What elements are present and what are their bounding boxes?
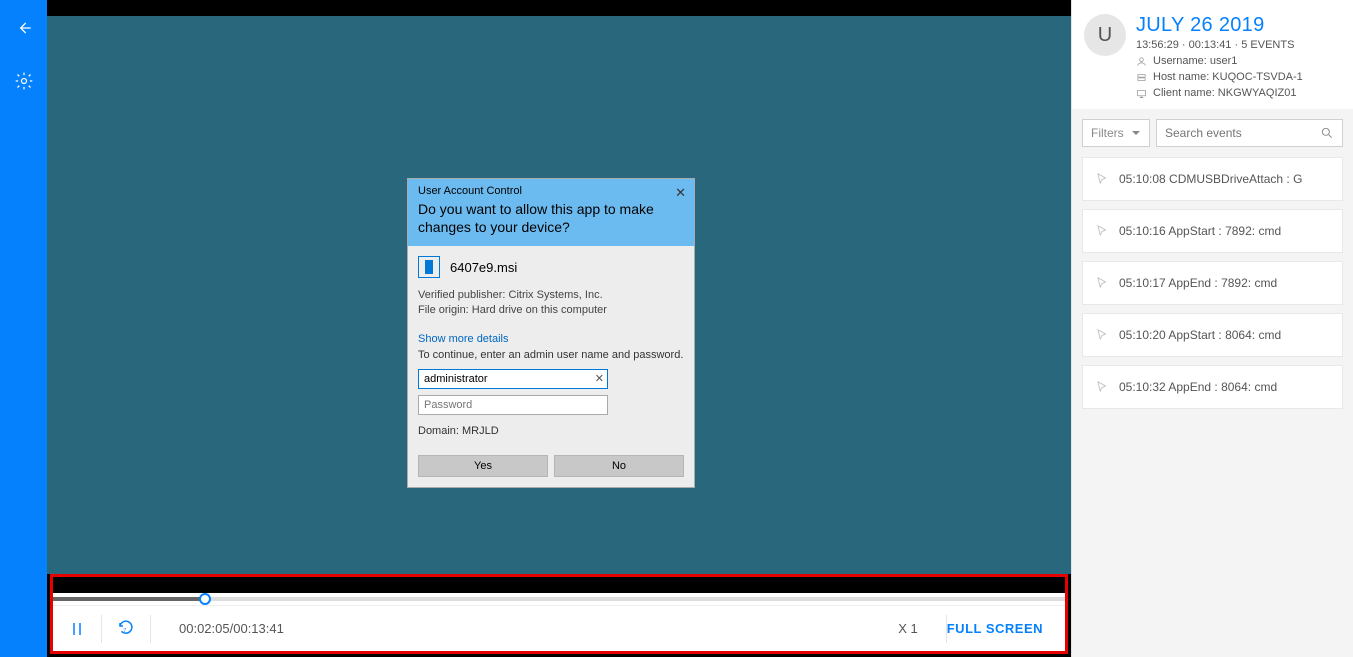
search-icon[interactable] [1320, 126, 1334, 140]
search-input-wrap [1156, 119, 1343, 147]
uac-title: User Account Control [418, 185, 684, 197]
event-list: 05:10:08 CDMUSBDriveAttach : G 05:10:16 A… [1072, 157, 1353, 657]
cursor-icon [1095, 224, 1109, 238]
seek-knob[interactable] [199, 593, 211, 605]
cursor-icon [1095, 380, 1109, 394]
top-black-bar [47, 0, 1071, 16]
recording-viewport: ✕ User Account Control Do you want to al… [47, 16, 1071, 574]
gear-icon[interactable] [14, 71, 34, 96]
clear-icon[interactable]: ✕ [595, 372, 604, 385]
main-column: ✕ User Account Control Do you want to al… [47, 0, 1071, 657]
uac-question: Do you want to allow this app to make ch… [418, 201, 684, 236]
back-icon[interactable] [14, 18, 34, 43]
session-hostname: Host name: KUQOC-TSVDA-1 [1136, 71, 1341, 83]
installer-icon [418, 256, 440, 278]
user-icon [1136, 56, 1147, 67]
server-icon [1136, 72, 1147, 83]
monitor-icon [1136, 88, 1147, 99]
event-item[interactable]: 05:10:08 CDMUSBDriveAttach : G [1082, 157, 1343, 201]
avatar: U [1084, 14, 1126, 56]
uac-header: ✕ User Account Control Do you want to al… [408, 179, 694, 246]
fullscreen-button[interactable]: FULL SCREEN [947, 621, 1043, 636]
cursor-icon [1095, 276, 1109, 290]
svg-text:7: 7 [123, 628, 126, 634]
uac-domain: Domain: MRJLD [418, 425, 684, 437]
pause-button[interactable] [53, 620, 101, 638]
uac-filename: 6407e9.msi [450, 260, 517, 275]
cursor-icon [1095, 172, 1109, 186]
event-item[interactable]: 05:10:17 AppEnd : 7892: cmd [1082, 261, 1343, 305]
search-input[interactable] [1165, 126, 1320, 140]
session-subtitle: 13:56:29 · 00:13:41 · 5 EVENTS [1136, 39, 1341, 51]
uac-password-input[interactable] [418, 395, 608, 415]
player-bar: 7 00:02:05/00:13:41 X 1 FULL SCREEN [50, 574, 1068, 654]
uac-more-details-link[interactable]: Show more details [418, 333, 684, 345]
player-black-strip [53, 577, 1065, 593]
chevron-down-icon [1131, 128, 1141, 138]
uac-username-input[interactable] [418, 369, 608, 389]
uac-dialog: ✕ User Account Control Do you want to al… [407, 178, 695, 488]
filters-dropdown[interactable]: Filters [1082, 119, 1150, 147]
event-item[interactable]: 05:10:32 AppEnd : 8064: cmd [1082, 365, 1343, 409]
uac-origin: File origin: Hard drive on this computer [418, 303, 684, 318]
uac-yes-button[interactable]: Yes [418, 455, 548, 477]
uac-publisher: Verified publisher: Citrix Systems, Inc. [418, 288, 684, 303]
uac-no-button[interactable]: No [554, 455, 684, 477]
session-username: Username: user1 [1136, 55, 1341, 67]
speed-display[interactable]: X 1 [898, 621, 918, 636]
cursor-icon [1095, 328, 1109, 342]
session-clientname: Client name: NKGWYAQIZ01 [1136, 87, 1341, 99]
side-panel: U JULY 26 2019 13:56:29 · 00:13:41 · 5 E… [1071, 0, 1353, 657]
event-item[interactable]: 05:10:16 AppStart : 7892: cmd [1082, 209, 1343, 253]
event-item[interactable]: 05:10:20 AppStart : 8064: cmd [1082, 313, 1343, 357]
session-date: JULY 26 2019 [1136, 14, 1341, 37]
seek-bar[interactable] [53, 593, 1065, 605]
left-rail [0, 0, 47, 657]
uac-continue-text: To continue, enter an admin user name an… [418, 349, 684, 361]
close-icon[interactable]: ✕ [675, 185, 686, 201]
time-display: 00:02:05/00:13:41 [179, 621, 284, 636]
skip-back-button[interactable]: 7 [102, 620, 150, 638]
